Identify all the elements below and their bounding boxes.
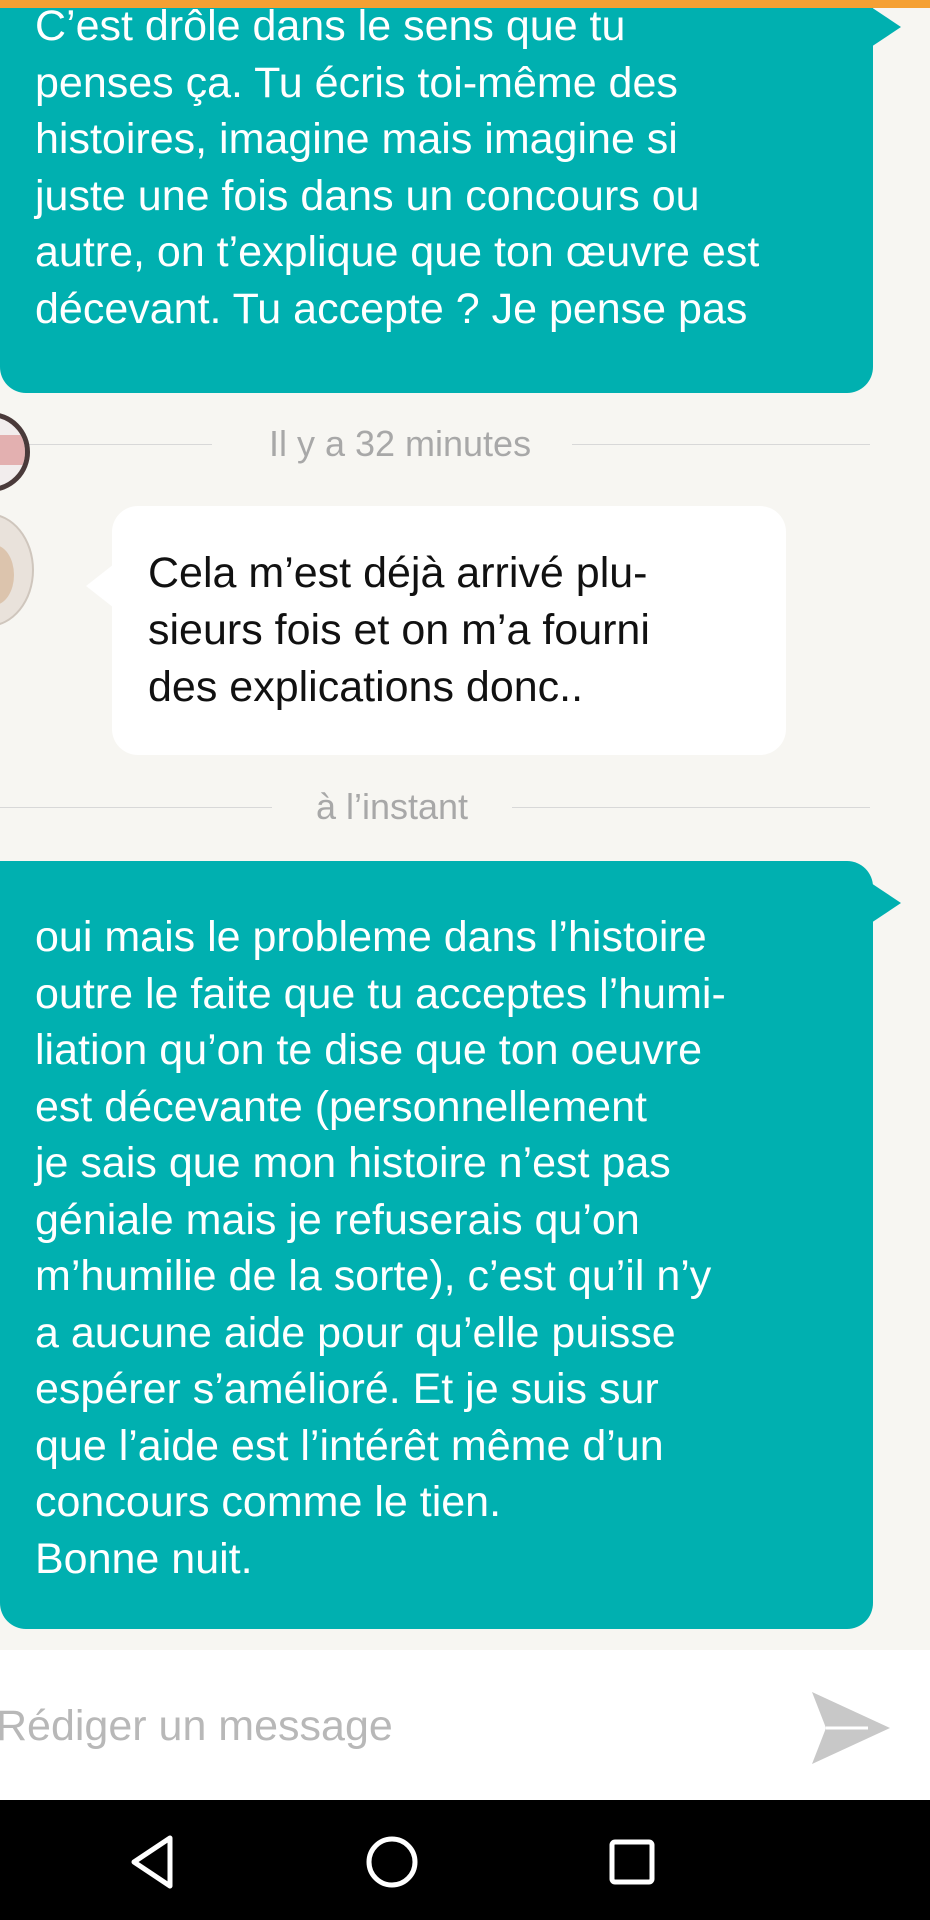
home-circle-icon: [366, 1836, 418, 1888]
avatar[interactable]: [0, 513, 34, 627]
outgoing-message-bubble[interactable]: C’est drôle dans le sens que tu penses ç…: [0, 8, 901, 393]
timestamp-label: à l’instant: [315, 786, 469, 827]
system-navigation-bar: [0, 1800, 930, 1920]
recents-button[interactable]: [600, 1830, 664, 1894]
message-text: C’est drôle dans le sens que tu penses ç…: [35, 8, 760, 333]
bubble-tail: [871, 883, 901, 923]
timestamp-divider: à l’instant: [0, 782, 870, 832]
message-text: Cela m’est déjà arrivé plu- sieurs fois …: [148, 549, 650, 711]
send-button[interactable]: [808, 1688, 894, 1768]
timestamp-divider: Il y a 32 minutes: [0, 419, 870, 469]
send-icon: [812, 1692, 890, 1764]
top-accent-bar: [0, 0, 930, 8]
home-button[interactable]: [360, 1830, 424, 1894]
message-text: oui mais le probleme dans l’histoire out…: [35, 913, 726, 1583]
divider-line: [0, 807, 272, 808]
divider-line: [512, 807, 870, 808]
divider-line: [572, 444, 870, 445]
bubble-tail: [871, 8, 901, 47]
bubble-tail: [86, 564, 114, 608]
message-composer: [0, 1650, 930, 1800]
back-button[interactable]: [122, 1830, 186, 1894]
incoming-message-bubble[interactable]: Cela m’est déjà arrivé plu- sieurs fois …: [86, 506, 786, 755]
timestamp-label: Il y a 32 minutes: [268, 423, 532, 464]
back-triangle-icon: [131, 1835, 173, 1889]
message-input[interactable]: [0, 1692, 758, 1760]
outgoing-message-bubble[interactable]: oui mais le probleme dans l’histoire out…: [0, 861, 901, 1629]
recents-square-icon: [609, 1839, 655, 1885]
conversation-thread[interactable]: C’est drôle dans le sens que tu penses ç…: [0, 8, 930, 1648]
